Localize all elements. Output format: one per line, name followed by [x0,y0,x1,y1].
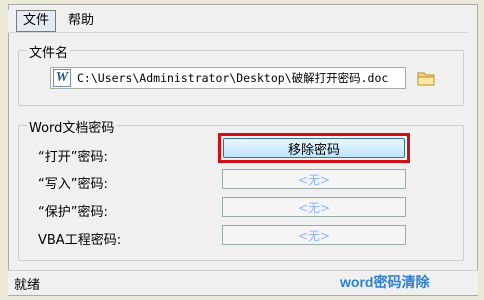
protect-password-field: <无> [222,197,406,217]
write-password-field: <无> [222,169,406,189]
menu-bar: 文件 帮助 [8,10,468,33]
write-password-label: “写入”密码: [38,177,108,192]
open-folder-icon[interactable] [417,70,435,86]
status-text: 就绪 [14,278,41,293]
file-group-title: 文件名 [27,42,71,61]
menu-file[interactable]: 文件 [16,10,57,32]
word-document-icon: W [53,69,71,87]
open-password-label: “打开”密码: [38,150,108,165]
vba-password-field: <无> [222,225,406,245]
protect-password-label: “保护”密码: [38,205,108,220]
menu-help[interactable]: 帮助 [62,11,100,31]
vba-password-label: VBA工程密码: [38,233,122,248]
remove-password-button[interactable]: 移除密码 [223,138,405,158]
file-path-field[interactable]: W C:\Users\Administrator\Desktop\破解打开密码.… [50,67,406,89]
watermark-text: word密码清除 [340,274,430,290]
password-group-title: Word文档密码 [27,117,117,136]
file-path-text: C:\Users\Administrator\Desktop\破解打开密码.do… [77,71,389,85]
